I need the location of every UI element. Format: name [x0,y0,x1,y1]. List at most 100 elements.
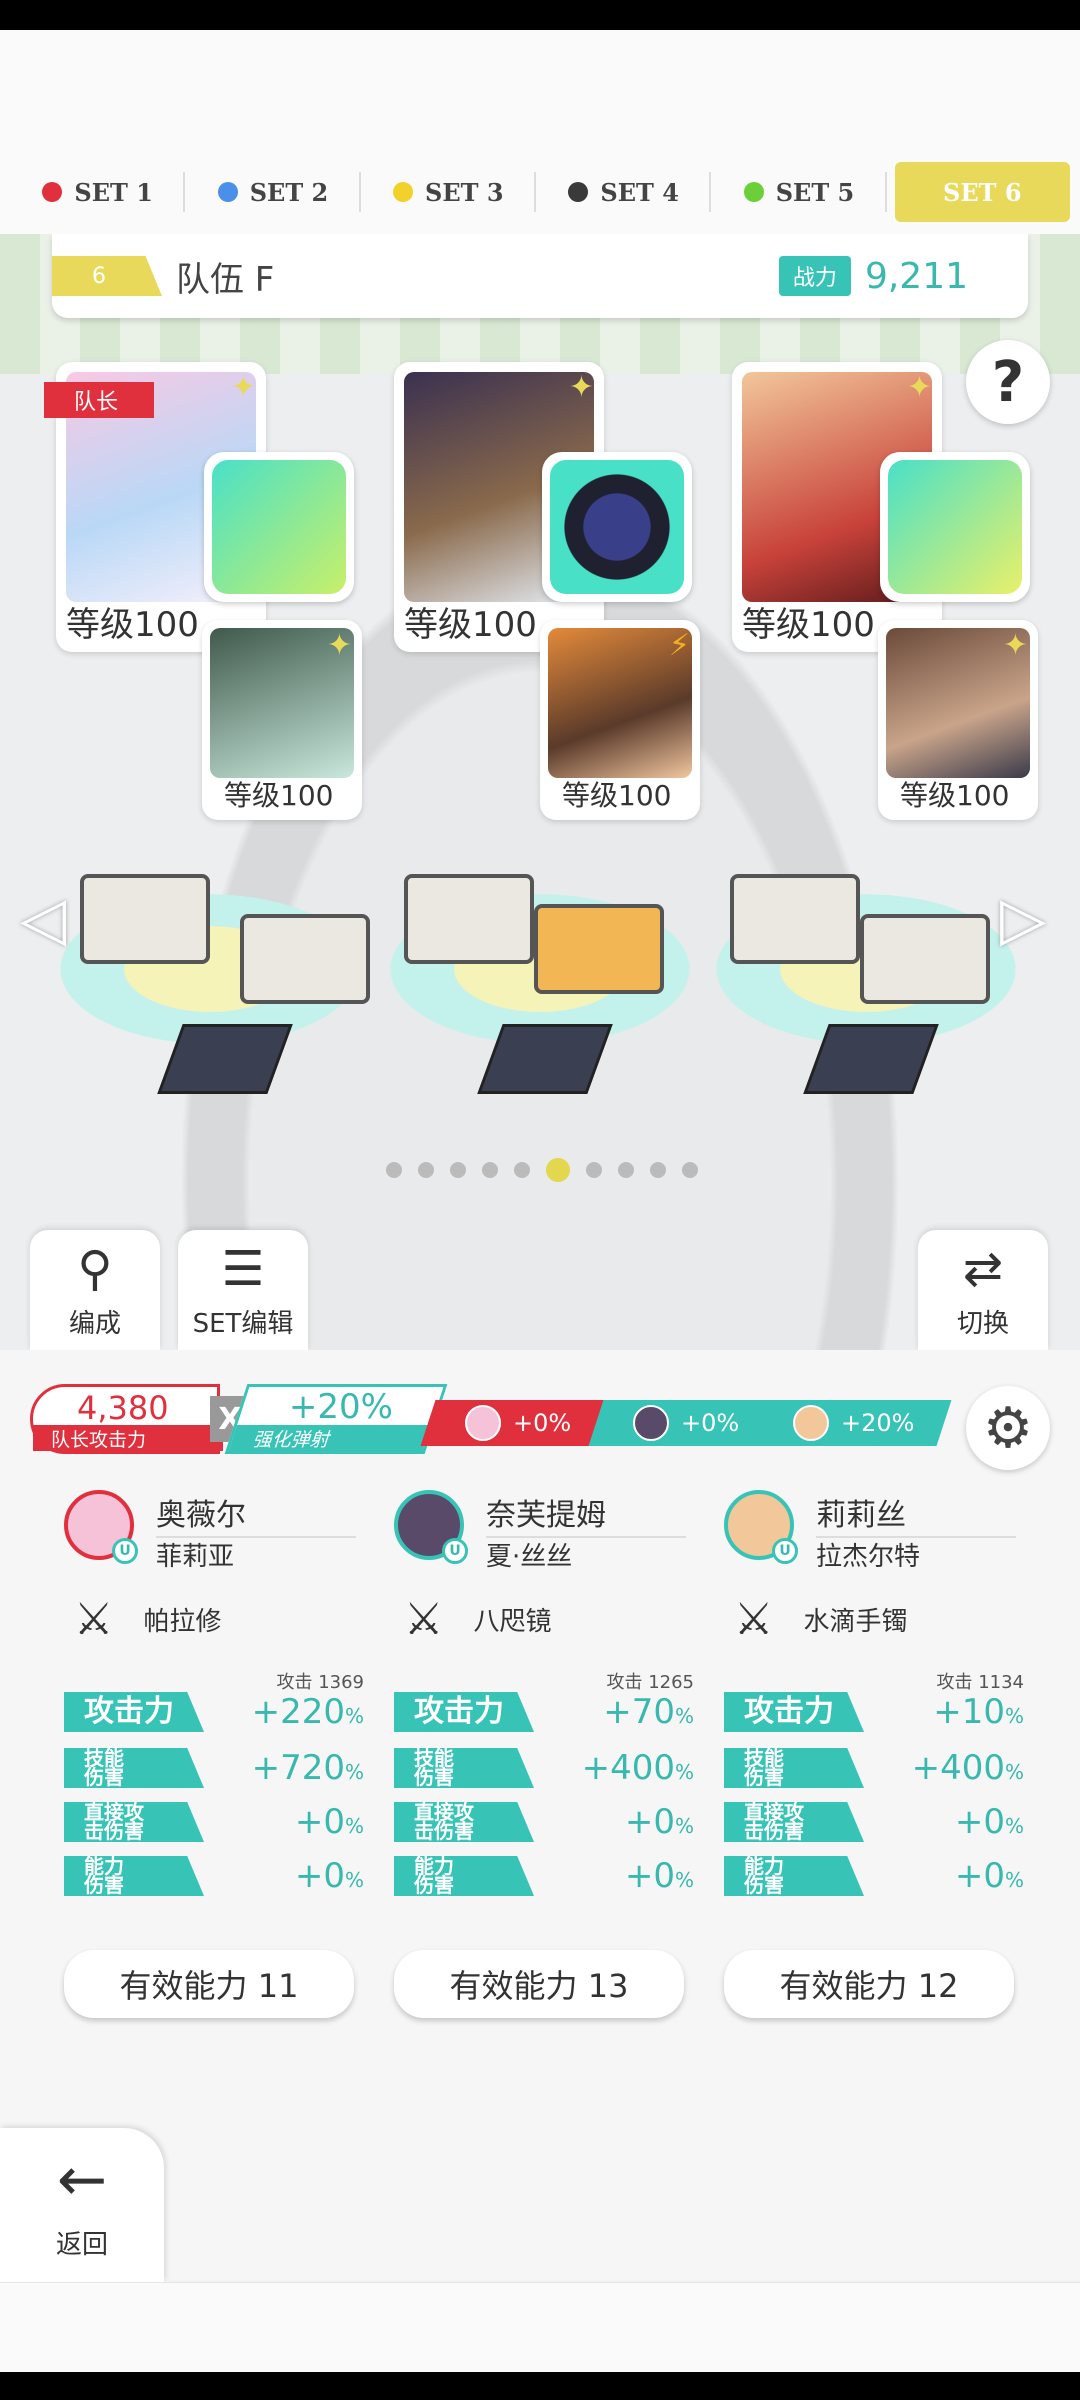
raw-attack: 攻击 1265 [606,1672,694,1693]
prev-arrow-icon[interactable]: ◁ [20,884,66,954]
sword-icon: ⚔ [404,1594,444,1645]
equipment-row: ⚔ 水滴手镯 [734,1594,907,1645]
support-name: 拉杰尔特 [816,1542,921,1572]
stat-value: +0% [294,1856,364,1896]
effective-ability-button[interactable]: 有效能力 13 [394,1950,684,2018]
hero-face-icon [793,1405,830,1441]
list-icon: ☰ [221,1241,265,1297]
status-bar [0,0,1080,30]
set-edit-button[interactable]: ☰ SET编辑 [178,1230,308,1350]
mirror-icon [550,460,684,594]
effective-ability-button[interactable]: 有效能力 11 [64,1950,354,2018]
hero-avatar[interactable]: U [724,1490,798,1564]
weapon-slot-1[interactable] [204,452,354,602]
stat-label: 直接攻 击伤害 [64,1802,204,1842]
stat-value: +70% [603,1692,694,1732]
back-arrow-icon: ← [56,2144,108,2215]
search-gear-icon: ⚲ [77,1241,113,1297]
hero-avatar[interactable]: U [394,1490,468,1564]
sword-icon: ⚔ [734,1594,774,1645]
bracelet-icon [888,460,1022,594]
tab-set-3[interactable]: SET 3 [361,162,537,222]
stat-label: 技能 伤害 [724,1748,864,1788]
stat-value: +400% [581,1748,694,1788]
support-level: 等级100 [900,779,1010,812]
page-dot [482,1162,498,1178]
support-card-1[interactable]: ✦ 等级100 [202,620,362,820]
tab-set-1[interactable]: SET 1 [10,162,186,222]
system-nav-bar [0,2372,1080,2400]
weapon-base [803,1024,939,1094]
stat-ability-damage: 能力 伤害 +0% [724,1854,1024,1896]
support-card-3[interactable]: ✦ 等级100 [878,620,1038,820]
raw-attack: 攻击 1369 [276,1672,364,1693]
bonus-value: +20% [841,1409,915,1437]
equipment-row: ⚔ 帕拉修 [74,1594,221,1645]
equipment-name: 帕拉修 [143,1607,222,1637]
leader-attack-value: 4,380 [77,1389,169,1427]
hero-avatar[interactable]: U [64,1490,138,1564]
boost-label: 强化弹射 [228,1425,432,1451]
tab-label: SET 5 [775,177,855,207]
support-level: 等级100 [224,779,334,812]
leader-badge: 队长 [44,382,154,418]
page-dot [450,1162,466,1178]
tab-set-2[interactable]: SET 2 [185,162,361,222]
stats-panel: 4,380 队长攻击力 X +20% 强化弹射 +0% +0% +20% ⚙ U… [0,1350,1080,2280]
stone-block [730,874,860,964]
stat-attack: 攻击力 攻击 1134 +10% [724,1672,1024,1732]
page-dot [418,1162,434,1178]
bonus-chip-2: +0% [588,1400,784,1446]
back-button[interactable]: ← 返回 [0,2128,164,2282]
set-color-dot [568,182,589,202]
tab-set-4[interactable]: SET 4 [536,162,712,222]
back-label: 返回 [55,2229,108,2260]
effective-ability-button[interactable]: 有效能力 12 [724,1950,1014,2018]
stone-block [404,874,534,964]
weapon-base [157,1024,293,1094]
stone-block [80,874,210,964]
equipment-row: ⚔ 八咫镜 [404,1594,551,1645]
settings-button[interactable]: ⚙ [966,1386,1050,1470]
question-icon: ? [991,349,1025,415]
stat-label: 直接攻 击伤害 [394,1802,534,1842]
weapon-slot-2[interactable] [542,452,692,602]
help-button[interactable]: ? [966,340,1050,424]
stat-value: +720% [251,1748,364,1788]
stat-value: +0% [954,1802,1024,1842]
weapon-slot-3[interactable] [880,452,1030,602]
set-color-dot [393,182,414,202]
tab-set-5[interactable]: SET 5 [711,162,887,222]
stat-skill-damage: 技能 伤害 +400% [394,1746,694,1788]
leader-attack-box: 4,380 队长攻击力 [30,1384,223,1454]
sparkle-icon: ✦ [326,628,352,663]
support-name: 菲莉亚 [156,1542,235,1572]
gold-block [534,904,664,994]
next-arrow-icon[interactable]: ▷ [1000,884,1046,954]
hero-name: 奈芙提姆 [486,1490,686,1538]
bonus-chip-1: +0% [420,1400,616,1446]
stat-ability-damage: 能力 伤害 +0% [64,1854,364,1896]
team-number: 6 [52,256,162,296]
support-card-2[interactable]: ⚡ 等级100 [540,620,700,820]
stat-value: +10% [933,1692,1024,1732]
page-dot-active [546,1158,570,1182]
stat-skill-damage: 技能 伤害 +400% [724,1746,1024,1788]
lightning-icon: ⚡ [668,628,690,663]
team-name: 队伍 F [176,259,275,300]
hero-name: 莉莉丝 [816,1490,1016,1538]
equipment-name: 八咫镜 [473,1607,552,1637]
page-dot [514,1162,530,1178]
swap-icon: ⇄ [962,1241,1004,1297]
formation-button[interactable]: ⚲ 编成 [30,1230,160,1350]
hero-name: 奥薇尔 [156,1490,356,1538]
axe-icon [212,460,346,594]
bonus-value: +0% [512,1409,572,1437]
team-scene: 6 队伍 F 战力 9,211 ? 队长 ✦ 等级100 ✦ 等级100 ✦ 等… [0,234,1080,1350]
u-badge-icon: U [772,1538,798,1564]
support-name: 夏·丝丝 [486,1542,573,1572]
sparkle-icon: ✦ [568,370,594,405]
boost-box: +20% 强化弹射 [224,1384,448,1454]
switch-button[interactable]: ⇄ 切换 [918,1230,1048,1350]
tab-set-6[interactable]: SET 6 [894,162,1070,222]
